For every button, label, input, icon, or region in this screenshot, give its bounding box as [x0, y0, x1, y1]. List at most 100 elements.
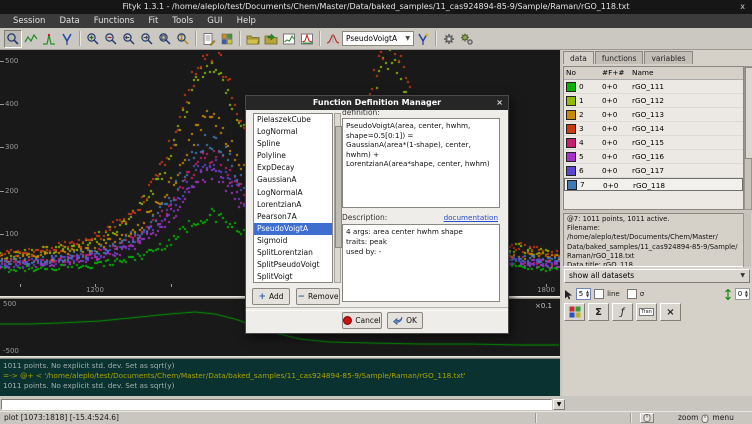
dataset-color-swatch[interactable] [566, 138, 576, 148]
menu-functions[interactable]: Functions [87, 14, 142, 28]
ok-button[interactable]: OK [387, 312, 423, 329]
zoom-redo-button[interactable] [138, 30, 156, 48]
dataset-row-rGO_113[interactable]: 20+0rGO_113 [564, 108, 743, 122]
function-list[interactable]: PielaszekCubeLogNormalSplinePolylineExpD… [253, 113, 333, 283]
dataset-name: rGO_118 [633, 179, 742, 190]
function-type-LogNormal[interactable]: LogNormal [254, 126, 332, 138]
output-window[interactable]: 1011 points. No explicit std. dev. Set a… [0, 359, 560, 396]
export-data-button[interactable] [262, 30, 280, 48]
mouse-config-button[interactable] [640, 413, 654, 423]
menu-session[interactable]: Session [6, 14, 52, 28]
scrollbar-thumb[interactable] [335, 126, 342, 248]
dataset-color-swatch[interactable] [567, 180, 577, 190]
range-mode-button[interactable] [22, 30, 40, 48]
spinner-arrows-icon[interactable]: ▲▼ [744, 290, 749, 298]
menu-fit[interactable]: Fit [141, 14, 165, 28]
data-plot-button[interactable] [280, 30, 298, 48]
cancel-button[interactable]: Cancel [342, 312, 382, 329]
dataset-row-rGO_111[interactable]: 00+0rGO_111 [564, 80, 743, 94]
command-input[interactable] [1, 399, 552, 410]
function-type-GaussianA[interactable]: GaussianA [254, 174, 332, 186]
add-peak-mode-button[interactable] [40, 30, 58, 48]
show-sum-button[interactable]: Σ [588, 303, 609, 321]
function-type-Spline[interactable]: Spline [254, 138, 332, 150]
function-list-scrollbar[interactable] [334, 113, 341, 283]
full-plot-button[interactable] [298, 30, 316, 48]
tab-data[interactable]: data [563, 51, 594, 64]
menu-bar: SessionDataFunctionsFitToolsGUIHelp [0, 14, 752, 28]
peak-draw-icon [42, 32, 56, 46]
function-type-select[interactable]: PseudoVoigtA ▼ [342, 31, 414, 46]
color-grid-icon [220, 32, 234, 46]
table-scrollbar[interactable] [744, 66, 752, 210]
dataset-color-swatch[interactable] [566, 96, 576, 106]
menu-help[interactable]: Help [230, 14, 263, 28]
function-type-LogNormalA[interactable]: LogNormalA [254, 187, 332, 199]
info-scrollbar[interactable] [743, 213, 751, 267]
tab-functions[interactable]: functions [595, 51, 644, 64]
script-edit-button[interactable] [200, 30, 218, 48]
scrollbar-thumb[interactable] [745, 67, 752, 159]
function-type-SplitVoigt[interactable]: SplitVoigt [254, 271, 332, 283]
function-type-Pearson7A[interactable]: Pearson7A [254, 211, 332, 223]
sidebar-controls: 5 ▲▼ line σ 0 ▲▼ [564, 287, 750, 301]
shift-value: 0 [736, 290, 744, 298]
dataset-color-swatch[interactable] [566, 124, 576, 134]
documentation-link[interactable]: documentation [444, 213, 498, 222]
dataset-color-swatch[interactable] [566, 110, 576, 120]
dataset-row-rGO_118[interactable]: 70+0rGO_118 [564, 178, 743, 191]
function-type-SplitPseudoVoigt[interactable]: SplitPseudoVoigt [254, 259, 332, 271]
menu-gui[interactable]: GUI [200, 14, 229, 28]
dataset-color-swatch[interactable] [566, 166, 576, 176]
zoom-all-button[interactable] [156, 30, 174, 48]
sigma-checkbox[interactable] [627, 289, 637, 299]
function-type-Sigmoid[interactable]: Sigmoid [254, 235, 332, 247]
command-history-dropdown[interactable]: ▼ [553, 399, 565, 410]
dataset-row-rGO_116[interactable]: 50+0rGO_116 [564, 150, 743, 164]
window-close-button[interactable]: x [740, 0, 745, 14]
define-function-button[interactable] [324, 30, 342, 48]
start-fit-button[interactable] [458, 30, 476, 48]
add-function-type-button[interactable]: + Add [252, 288, 290, 305]
show-functions-button[interactable]: ƒ [612, 303, 633, 321]
activate-points-mode-button[interactable] [58, 30, 76, 48]
definition-textarea[interactable]: PseudoVoigtA(area, center, hwhm, shape=0… [342, 118, 500, 208]
zoom-all-icon [160, 33, 167, 40]
tab-variables[interactable]: variables [644, 51, 692, 64]
settings-button[interactable] [440, 30, 458, 48]
zoom-mode-button[interactable] [4, 30, 22, 48]
dataset-color-swatch[interactable] [566, 152, 576, 162]
function-type-LorentzianA[interactable]: LorentzianA [254, 199, 332, 211]
function-type-SplitLorentzian[interactable]: SplitLorentzian [254, 247, 332, 259]
transform-button[interactable]: Tran [636, 303, 657, 321]
dataset-row-rGO_117[interactable]: 60+0rGO_117 [564, 164, 743, 178]
zoom-undo-button[interactable] [120, 30, 138, 48]
line-checkbox[interactable] [594, 289, 604, 299]
palette-button[interactable] [564, 303, 585, 321]
function-type-PielaszekCube[interactable]: PielaszekCube [254, 114, 332, 126]
zoom-in-button[interactable] [84, 30, 102, 48]
spinner-arrows-icon[interactable]: ▲▼ [585, 290, 590, 298]
zoom-out-button[interactable] [102, 30, 120, 48]
dataset-filter-select[interactable]: show all datasets ▼ [564, 269, 750, 283]
function-type-PseudoVoigtA[interactable]: PseudoVoigtA [254, 223, 332, 235]
dialog-close-button[interactable]: × [496, 96, 503, 110]
dataset-color-swatch[interactable] [566, 82, 576, 92]
menu-data[interactable]: Data [52, 14, 86, 28]
manual-fit-button[interactable] [414, 30, 432, 48]
dataset-row-rGO_115[interactable]: 40+0rGO_115 [564, 136, 743, 150]
gui-config-button[interactable] [218, 30, 236, 48]
dataset-table[interactable]: No #F+# Name 00+0rGO_11110+0rGO_11220+0r… [563, 66, 744, 210]
open-data-button[interactable] [244, 30, 262, 48]
transform-icon: Tran [639, 308, 654, 316]
delete-button[interactable]: × [660, 303, 681, 321]
zoom-vertical-button[interactable] [174, 30, 192, 48]
function-type-ExpDecay[interactable]: ExpDecay [254, 162, 332, 174]
dataset-row-rGO_114[interactable]: 30+0rGO_114 [564, 122, 743, 136]
menu-tools[interactable]: Tools [165, 14, 200, 28]
remove-function-type-button[interactable]: − Remove [296, 288, 340, 305]
function-type-Polyline[interactable]: Polyline [254, 150, 332, 162]
shift-spinner[interactable]: 0 ▲▼ [735, 288, 750, 300]
dataset-row-rGO_112[interactable]: 10+0rGO_112 [564, 94, 743, 108]
point-size-spinner[interactable]: 5 ▲▼ [576, 288, 591, 300]
